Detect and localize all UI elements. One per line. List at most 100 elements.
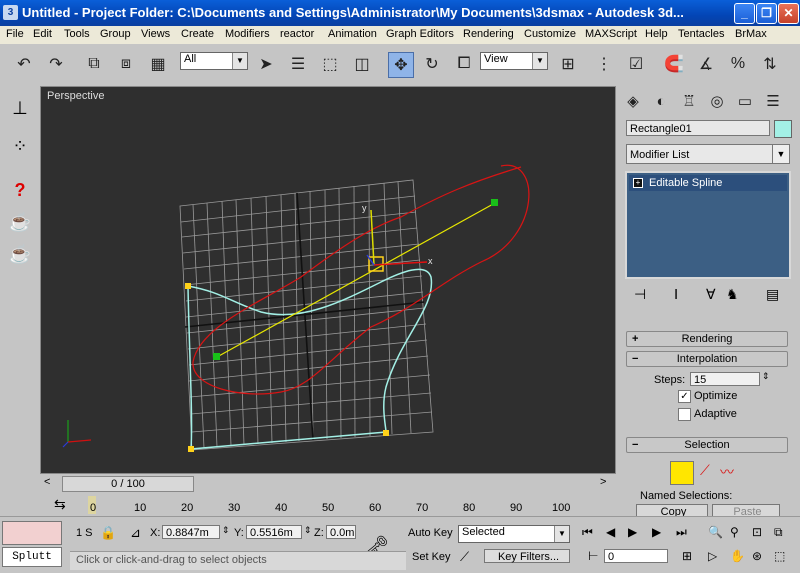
object-name-field[interactable]: Rectangle01 (626, 120, 770, 136)
configure-sets-icon[interactable]: ▤ (766, 286, 779, 303)
menu-customize[interactable]: Customize (524, 28, 576, 40)
menu-help[interactable]: Help (645, 28, 668, 40)
spinner-snap-icon[interactable]: ⇅ (758, 52, 782, 76)
menu-maxscript[interactable]: MAXScript (585, 28, 637, 40)
key-curve-icon[interactable]: ⟋ (460, 549, 469, 565)
perspective-viewport[interactable]: Perspective y x (40, 86, 616, 474)
y-coordinate-field[interactable]: 0.5516m (246, 525, 302, 539)
select-link-icon[interactable]: ⧉ (82, 52, 106, 76)
menu-modifiers[interactable]: Modifiers (225, 28, 270, 40)
current-frame-field[interactable]: 0 (604, 549, 668, 563)
grid-object-icon[interactable]: ⊥ (6, 94, 34, 122)
adaptive-checkbox[interactable] (678, 408, 691, 421)
set-key-button[interactable]: Set Key (412, 551, 451, 563)
make-unique-icon[interactable]: ∀ (706, 286, 716, 303)
help-icon[interactable]: ? (6, 176, 34, 204)
percent-snap-icon[interactable]: % (726, 52, 750, 76)
expand-icon[interactable]: + (633, 178, 643, 189)
track-bar[interactable]: ⇆ 0 10 20 30 40 50 60 70 80 90 100 (0, 492, 616, 516)
remove-modifier-icon[interactable]: ♞ (726, 286, 739, 303)
selection-rollout[interactable]: − Selection (626, 437, 788, 453)
scale-icon[interactable]: ⧠ (452, 52, 476, 76)
x-coordinate-field[interactable]: 0.8847m (162, 525, 220, 539)
segment-mode-icon[interactable]: ⟋ (700, 462, 710, 479)
prev-frame-icon[interactable]: < (44, 476, 50, 488)
show-end-result-icon[interactable]: Ⅰ (674, 286, 678, 303)
go-to-end-icon[interactable]: ⏭ (676, 525, 687, 540)
zoom-extents-icon[interactable]: ⊡ (752, 525, 762, 539)
optimize-checkbox[interactable]: ✓ (678, 390, 691, 403)
field-of-view-icon[interactable]: ▷ (708, 549, 717, 563)
restore-button[interactable]: ❐ (756, 3, 777, 24)
minimize-button[interactable]: _ (734, 3, 755, 24)
magnet-snap-icon[interactable]: 🧲 (662, 52, 686, 76)
undo-icon[interactable]: ↶ (12, 52, 36, 76)
menu-create[interactable]: Create (181, 28, 214, 40)
maximize-viewport-icon[interactable]: ⬚ (774, 549, 785, 563)
ref-coord-dropdown[interactable]: View ▼ (480, 52, 548, 70)
bind-spacewarp-icon[interactable]: ▦ (146, 52, 170, 76)
maxscript-mini-listener[interactable]: Splutt (2, 547, 62, 567)
display-tab-icon[interactable]: ▭ (734, 90, 756, 112)
key-filters-button[interactable]: Key Filters... (484, 549, 570, 563)
rotate-icon[interactable]: ↻ (420, 52, 444, 76)
auto-key-button[interactable]: Auto Key (408, 527, 453, 539)
angle-snap-icon[interactable]: ∡ (694, 52, 718, 76)
align-icon[interactable]: ☑ (624, 52, 648, 76)
window-crossing-icon[interactable]: ◫ (350, 52, 374, 76)
menu-reactor[interactable]: reactor (280, 28, 314, 40)
particle-icon[interactable]: ⁘ (6, 132, 34, 160)
teapot-red-icon[interactable]: ☕ (6, 208, 34, 236)
utilities-tab-icon[interactable]: ☰ (762, 90, 784, 112)
vertex-mode-icon[interactable] (670, 461, 694, 485)
pin-stack-icon[interactable]: ⊣ (634, 286, 646, 303)
arc-rotate-icon[interactable]: ⊛ (752, 549, 762, 563)
menu-brmax[interactable]: BrMax (735, 28, 767, 40)
selection-filter-dropdown[interactable]: All ▼ (180, 52, 248, 70)
teapot-gold-icon[interactable]: ☕ (6, 240, 34, 268)
close-button[interactable]: ✕ (778, 3, 799, 24)
menu-views[interactable]: Views (141, 28, 170, 40)
prev-key-icon[interactable]: ◀ (606, 525, 615, 539)
pan-icon[interactable]: ✋ (730, 549, 745, 563)
redo-icon[interactable]: ↷ (44, 52, 68, 76)
menu-tentacles[interactable]: Tentacles (678, 28, 724, 40)
next-frame-icon[interactable]: > (600, 476, 606, 488)
time-config-icon[interactable]: ⊞ (682, 549, 692, 563)
menu-graph-editors[interactable]: Graph Editors (386, 28, 454, 40)
menu-rendering[interactable]: Rendering (463, 28, 514, 40)
rendering-rollout[interactable]: + Rendering (626, 331, 788, 347)
menu-group[interactable]: Group (100, 28, 131, 40)
motion-tab-icon[interactable]: ◎ (706, 90, 728, 112)
app-icon[interactable]: 3 (3, 5, 18, 20)
absolute-mode-icon[interactable]: ⊿ (130, 525, 141, 541)
zoom-extents-all-icon[interactable]: ⧉ (774, 525, 783, 540)
rect-selection-icon[interactable]: ⬚ (318, 52, 342, 76)
lock-icon[interactable]: 🔒 (100, 525, 116, 541)
modifier-stack[interactable]: + Editable Spline (625, 171, 791, 279)
next-key-icon[interactable]: ▶ (652, 525, 661, 539)
stack-item[interactable]: + Editable Spline (629, 175, 787, 191)
menu-animation[interactable]: Animation (328, 28, 377, 40)
spinner-arrows-icon[interactable]: ⇕ (222, 525, 230, 536)
time-slider[interactable]: < 0 / 100 > (40, 474, 616, 492)
pivot-icon[interactable]: ⊞ (556, 52, 580, 76)
modifier-list-dropdown[interactable]: Modifier List ▼ (626, 144, 790, 164)
object-color-swatch[interactable] (774, 120, 792, 138)
go-to-start-icon[interactable]: ⏮ (582, 525, 593, 540)
menu-edit[interactable]: Edit (33, 28, 52, 40)
create-tab-icon[interactable]: ◈ (622, 90, 644, 112)
zoom-icon[interactable]: 🔍 (708, 525, 723, 539)
hierarchy-tab-icon[interactable]: ♖ (678, 90, 700, 112)
modify-tab-icon[interactable]: ◐ (650, 90, 672, 112)
spline-mode-icon[interactable]: 〰 (720, 462, 734, 482)
zoom-all-icon[interactable]: ⚲ (730, 525, 739, 539)
z-coordinate-field[interactable]: 0.0m (326, 525, 356, 539)
menu-file[interactable]: File (6, 28, 24, 40)
select-object-icon[interactable]: ➤ (254, 52, 278, 76)
time-slider-thumb[interactable]: 0 / 100 (62, 476, 194, 492)
move-icon[interactable]: ✥ (388, 52, 414, 78)
key-mode-dropdown[interactable]: Selected ▼ (458, 525, 570, 543)
key-mode-toggle-icon[interactable]: ⊢ (588, 549, 598, 563)
spinner-arrows-icon[interactable]: ⇕ (304, 525, 312, 536)
